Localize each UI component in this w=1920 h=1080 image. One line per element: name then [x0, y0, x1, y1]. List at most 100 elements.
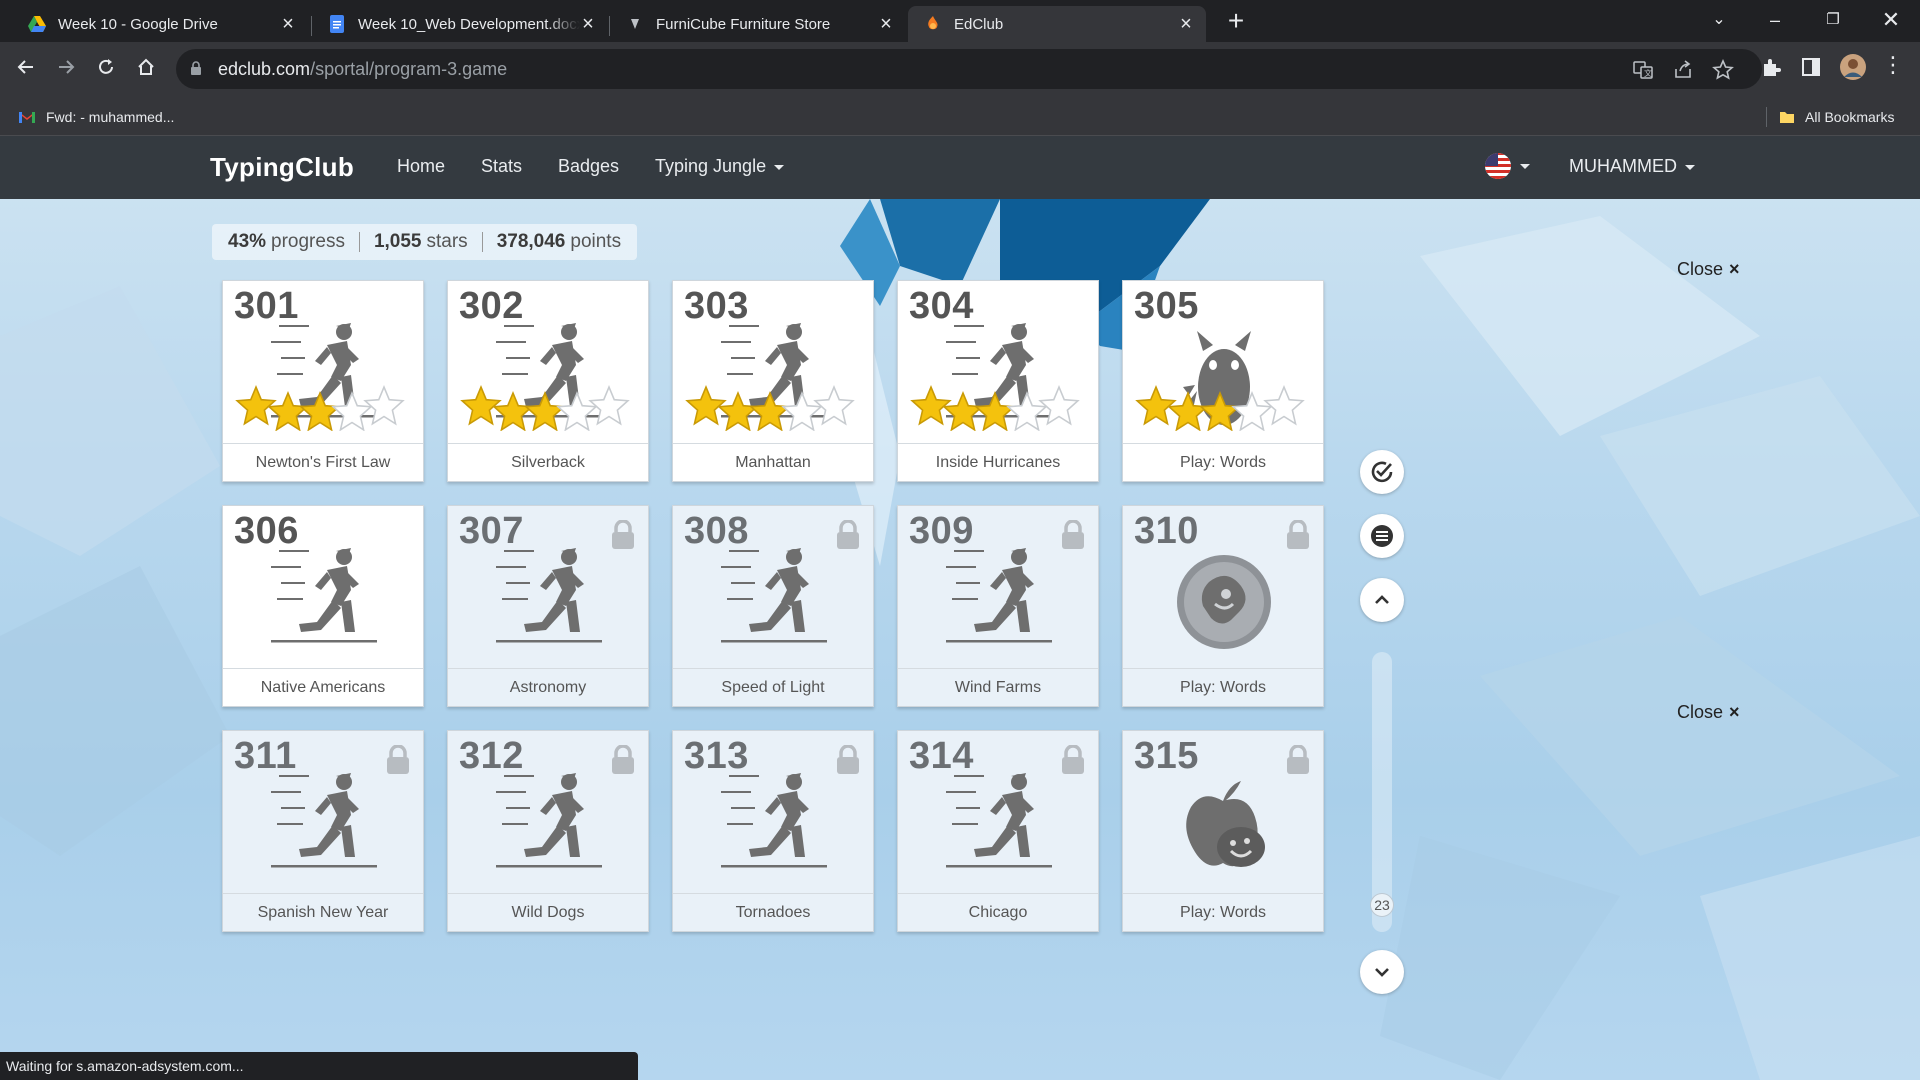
tab-web-development-doc[interactable]: Week 10_Web Development.docx ×: [312, 6, 608, 42]
lesson-scroll-track[interactable]: [1372, 652, 1392, 932]
new-tab-button[interactable]: +: [1220, 6, 1252, 38]
lesson-title: Inside Hurricanes: [898, 443, 1098, 481]
restore-button[interactable]: ❐: [1808, 0, 1858, 40]
back-button[interactable]: [8, 52, 44, 88]
forward-button[interactable]: [48, 52, 84, 88]
furnicube-icon: [626, 15, 644, 33]
close-ad-link-top[interactable]: Close ×: [1677, 259, 1740, 280]
url-domain: edclub.com: [218, 59, 311, 79]
close-tab-icon[interactable]: ×: [580, 13, 596, 36]
nav-typing-jungle-dropdown[interactable]: Typing Jungle: [655, 156, 785, 177]
lock-icon: [835, 744, 861, 780]
close-tab-icon[interactable]: ×: [878, 13, 894, 36]
typingclub-logo[interactable]: TypingClub: [210, 152, 354, 183]
tab-google-drive[interactable]: Week 10 - Google Drive ×: [12, 6, 308, 42]
nav-home[interactable]: Home: [397, 156, 445, 177]
tab-title: FurniCube Furniture Store: [656, 15, 831, 33]
tab-search-icon[interactable]: ⌄: [1694, 0, 1744, 40]
minimize-button[interactable]: –: [1750, 0, 1800, 40]
lesson-card-313[interactable]: 313 Tornadoes: [672, 730, 874, 932]
tab-title: EdClub: [954, 15, 1004, 33]
reload-button[interactable]: [88, 52, 124, 88]
lesson-card-310[interactable]: 310 Play: Words: [1122, 505, 1324, 707]
star-rating: [910, 381, 1090, 432]
browser-status-bar: Waiting for s.amazon-adsystem.com...: [0, 1052, 638, 1080]
language-dropdown[interactable]: [1484, 152, 1530, 180]
progress-stats-bar: 43% progress 1,055 stars 378,046 points: [212, 224, 638, 260]
bookmark-gmail[interactable]: Fwd: - muhammed...: [18, 98, 174, 136]
lesson-card-302[interactable]: 302 Silverback: [447, 280, 649, 482]
nav-stats[interactable]: Stats: [481, 156, 522, 177]
side-panel-icon[interactable]: [1800, 56, 1822, 78]
tab-title: Week 10_Web Development.docx: [358, 15, 580, 33]
lock-icon[interactable]: [190, 61, 202, 80]
lesson-title: Tornadoes: [673, 893, 873, 931]
lesson-title: Wind Farms: [898, 668, 1098, 706]
bookmark-label: Fwd: - muhammed...: [46, 109, 175, 125]
lesson-card-306[interactable]: 306 Native Americans: [222, 505, 424, 707]
lesson-card-307[interactable]: 307 Astronomy: [447, 505, 649, 707]
bookmark-divider: [1766, 107, 1767, 127]
profile-avatar[interactable]: [1840, 54, 1866, 80]
bookmark-star-icon[interactable]: [1712, 58, 1734, 81]
runner-icon: [448, 546, 650, 666]
lesson-card-303[interactable]: 303 Manhattan: [672, 280, 874, 482]
address-bar[interactable]: edclub.com/sportal/program-3.game 文: [176, 49, 1762, 89]
all-bookmarks-folder[interactable]: All Bookmarks: [1766, 98, 1894, 136]
user-menu-dropdown[interactable]: MUHAMMED: [1569, 156, 1695, 177]
lesson-card-304[interactable]: 304 Inside Hurricanes: [897, 280, 1099, 482]
close-tab-icon[interactable]: ×: [280, 13, 296, 36]
menu-kebab-icon[interactable]: ⋮: [1882, 54, 1904, 76]
lesson-card-305[interactable]: 305 Play: Words: [1122, 280, 1324, 482]
tab-furnicube[interactable]: FurniCube Furniture Store ×: [610, 6, 906, 42]
lesson-scroll-thumb[interactable]: 23: [1370, 893, 1394, 917]
site-navbar: TypingClub Home Stats Badges Typing Jung…: [0, 136, 1920, 199]
game-badge-icon: [1123, 546, 1325, 666]
lesson-card-314[interactable]: 314 Chicago: [897, 730, 1099, 932]
check-circle-icon: [1371, 461, 1393, 483]
points-value: 378,046: [496, 231, 566, 252]
gmail-icon: [19, 112, 35, 123]
url-path: /sportal/program-3.game: [310, 59, 508, 79]
close-ad-link-bottom[interactable]: Close ×: [1677, 702, 1740, 723]
scroll-down-button[interactable]: [1360, 950, 1404, 994]
lock-icon: [385, 744, 411, 780]
lesson-card-312[interactable]: 312 Wild Dogs: [447, 730, 649, 932]
lock-icon: [610, 519, 636, 555]
lesson-title: Wild Dogs: [448, 893, 648, 931]
reload-icon: [99, 59, 113, 74]
completed-filter-button[interactable]: [1360, 450, 1404, 494]
lock-icon: [1060, 519, 1086, 555]
apple-game-icon: [1123, 771, 1325, 891]
lesson-title: Manhattan: [673, 443, 873, 481]
stars-label: stars: [426, 231, 468, 252]
lesson-card-311[interactable]: 311 Spanish New Year: [222, 730, 424, 932]
typingclub-page: TypingClub Home Stats Badges Typing Jung…: [0, 136, 1920, 1080]
home-icon: [138, 58, 154, 75]
close-tab-icon[interactable]: ×: [1178, 13, 1194, 36]
home-button[interactable]: [128, 52, 164, 88]
lesson-title: Spanish New Year: [223, 893, 423, 931]
lesson-title: Play: Words: [1123, 893, 1323, 931]
extensions-icon[interactable]: [1760, 56, 1782, 78]
lesson-card-301[interactable]: 301 Newton's First Law: [222, 280, 424, 482]
translate-icon[interactable]: 文: [1632, 59, 1654, 81]
lesson-list-button[interactable]: [1360, 514, 1404, 558]
star-rating: [235, 381, 415, 432]
share-icon[interactable]: [1672, 59, 1694, 81]
url-text: edclub.com/sportal/program-3.game: [218, 59, 507, 80]
tab-edclub[interactable]: EdClub ×: [908, 6, 1206, 42]
typing-jungle-label: Typing Jungle: [655, 156, 767, 176]
runner-icon: [898, 546, 1100, 666]
stats-divider: [358, 232, 360, 252]
nav-badges[interactable]: Badges: [558, 156, 619, 177]
scroll-up-button[interactable]: [1360, 578, 1404, 622]
lesson-card-309[interactable]: 309 Wind Farms: [897, 505, 1099, 707]
lesson-card-315[interactable]: 315 Play: Words: [1122, 730, 1324, 932]
lesson-card-308[interactable]: 308 Speed of Light: [672, 505, 874, 707]
points-label: points: [570, 231, 622, 252]
runner-icon: [223, 771, 425, 891]
close-window-button[interactable]: ✕: [1866, 0, 1916, 40]
chevron-down-icon: [1375, 968, 1389, 977]
lock-icon: [1060, 744, 1086, 780]
